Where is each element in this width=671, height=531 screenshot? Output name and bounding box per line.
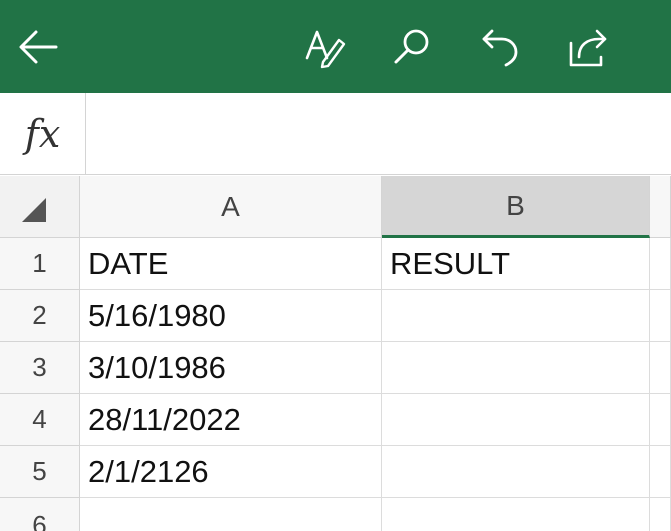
- search-button[interactable]: [386, 0, 438, 93]
- undo-icon: [482, 29, 518, 66]
- sheet-grid: A B 1 DATE RESULT 2 5/16/1980 3 3/10/198…: [0, 176, 671, 531]
- arrow-left-icon: [19, 30, 58, 63]
- share-icon: [569, 29, 607, 66]
- cell-b2[interactable]: [382, 290, 650, 342]
- formula-bar: fx: [0, 93, 671, 175]
- undo-button[interactable]: [474, 0, 526, 93]
- row-header-2[interactable]: 2: [0, 290, 80, 342]
- column-header-a[interactable]: A: [80, 176, 382, 238]
- cell-c4[interactable]: [650, 394, 671, 446]
- cell-c6[interactable]: [650, 498, 671, 531]
- row-header-6[interactable]: 6: [0, 498, 80, 531]
- formula-input[interactable]: [87, 93, 671, 175]
- cell-a4[interactable]: 28/11/2022: [80, 394, 382, 446]
- share-button[interactable]: [562, 0, 614, 93]
- column-header-b[interactable]: B: [382, 176, 650, 238]
- cell-c1[interactable]: [650, 238, 671, 290]
- cell-c5[interactable]: [650, 446, 671, 498]
- triangle-icon: [22, 198, 46, 222]
- row-header-5[interactable]: 5: [0, 446, 80, 498]
- cell-a2[interactable]: 5/16/1980: [80, 290, 382, 342]
- cell-b4[interactable]: [382, 394, 650, 446]
- row-header-4[interactable]: 4: [0, 394, 80, 446]
- fx-label[interactable]: fx: [0, 93, 86, 175]
- cell-b1[interactable]: RESULT: [382, 238, 650, 290]
- select-all-corner[interactable]: [0, 176, 80, 238]
- column-header-c[interactable]: [650, 176, 671, 238]
- app-toolbar: [0, 0, 671, 93]
- search-icon: [394, 29, 429, 63]
- row-header-3[interactable]: 3: [0, 342, 80, 394]
- format-button[interactable]: [298, 0, 350, 93]
- cell-c2[interactable]: [650, 290, 671, 342]
- row-header-1[interactable]: 1: [0, 238, 80, 290]
- cell-a3[interactable]: 3/10/1986: [80, 342, 382, 394]
- cell-b5[interactable]: [382, 446, 650, 498]
- back-button[interactable]: [8, 0, 68, 93]
- cell-a5[interactable]: 2/1/2126: [80, 446, 382, 498]
- cell-c3[interactable]: [650, 342, 671, 394]
- cell-b3[interactable]: [382, 342, 650, 394]
- text-format-pen-icon: [305, 30, 346, 68]
- cell-b6[interactable]: [382, 498, 650, 531]
- cell-a6[interactable]: [80, 498, 382, 531]
- cell-a1[interactable]: DATE: [80, 238, 382, 290]
